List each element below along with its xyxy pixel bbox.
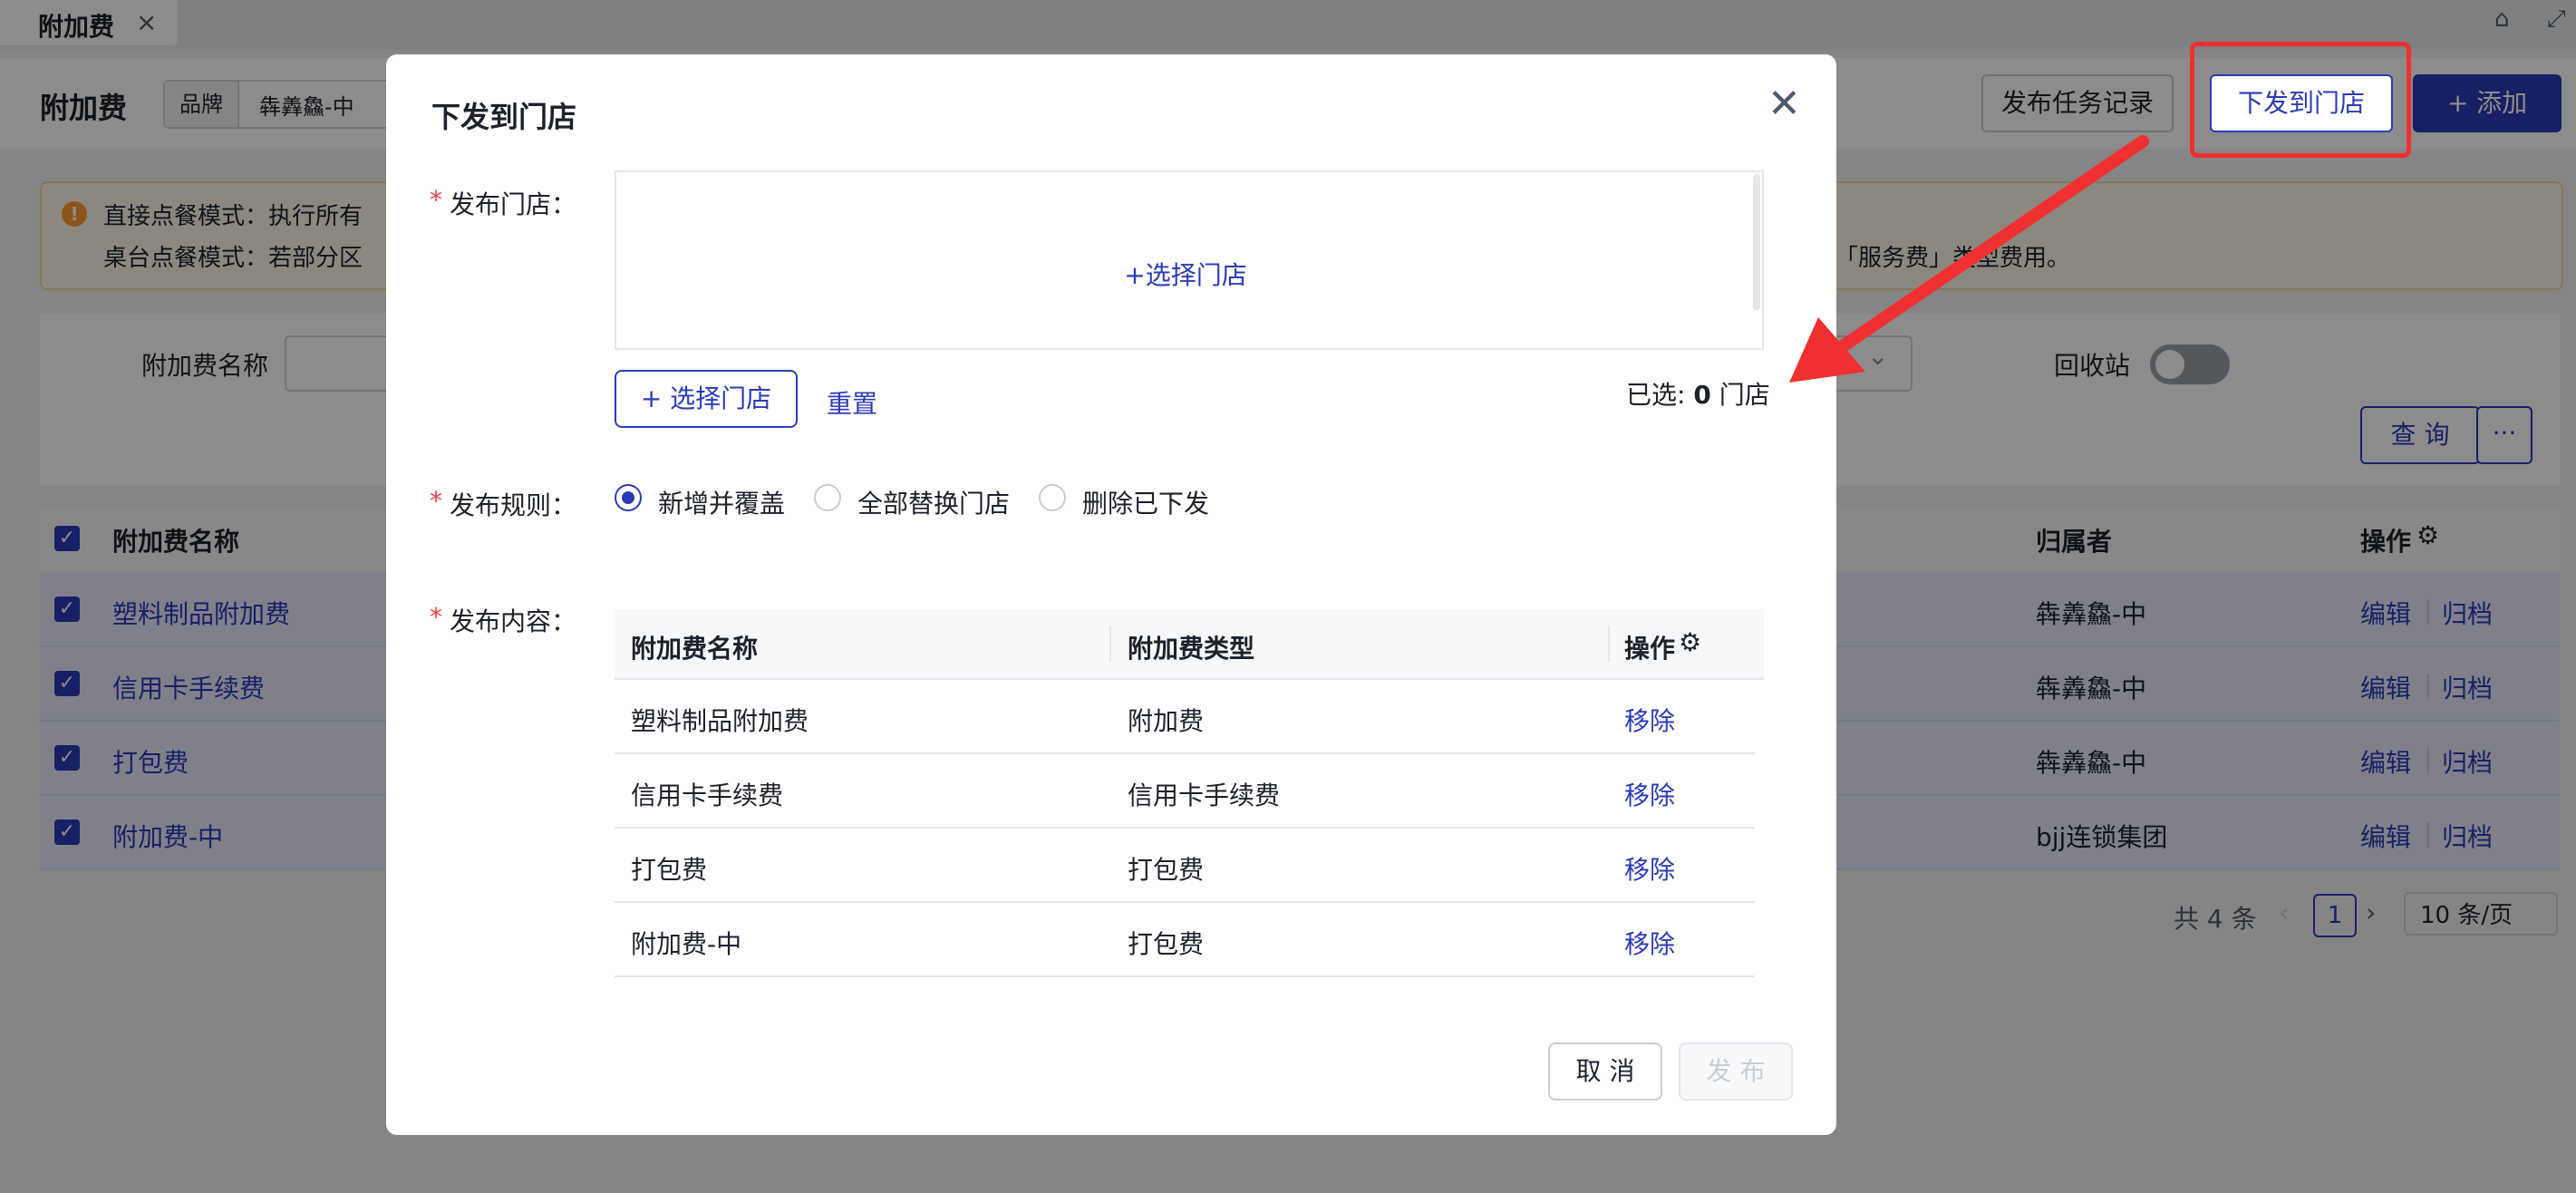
arrow-shaft bbox=[1839, 135, 2149, 351]
arrow-head bbox=[1789, 317, 1865, 383]
annotation-arrow-icon bbox=[1789, 135, 2149, 383]
